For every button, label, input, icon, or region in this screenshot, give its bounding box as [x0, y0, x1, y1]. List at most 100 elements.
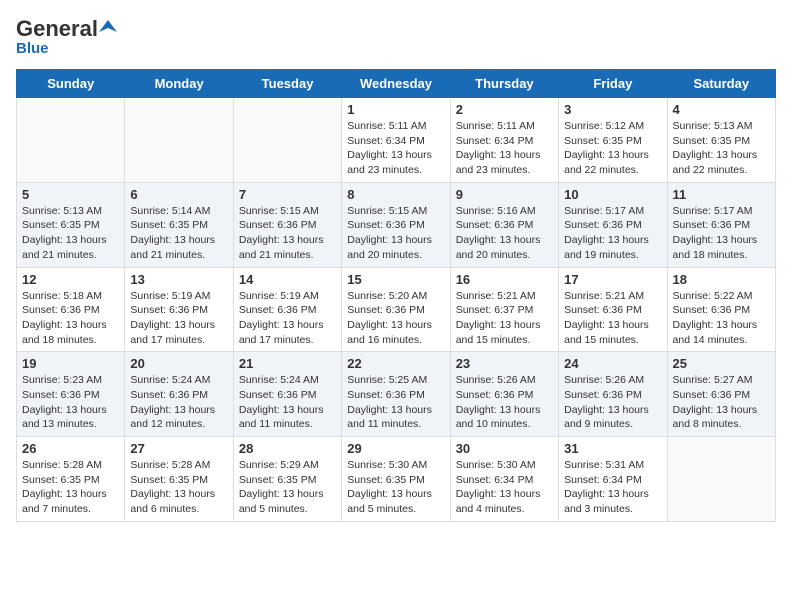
calendar-cell: 15 Sunrise: 5:20 AM Sunset: 6:36 PM Dayli… [342, 267, 450, 352]
calendar-cell: 7 Sunrise: 5:15 AM Sunset: 6:36 PM Daylig… [233, 182, 341, 267]
day-number: 5 [22, 187, 119, 202]
day-info: Sunrise: 5:30 AM Sunset: 6:34 PM Dayligh… [456, 458, 553, 517]
day-info: Sunrise: 5:17 AM Sunset: 6:36 PM Dayligh… [673, 204, 770, 263]
calendar-header-row: SundayMondayTuesdayWednesdayThursdayFrid… [17, 70, 776, 98]
calendar-cell: 31 Sunrise: 5:31 AM Sunset: 6:34 PM Dayli… [559, 437, 667, 522]
day-info: Sunrise: 5:24 AM Sunset: 6:36 PM Dayligh… [239, 373, 336, 432]
header-monday: Monday [125, 70, 233, 98]
day-number: 22 [347, 356, 444, 371]
calendar-cell: 14Sunrise: 5:19 AM Sunset: 6:36 PM Dayli… [233, 267, 341, 352]
day-info: Sunrise: 5:28 AM Sunset: 6:35 PM Dayligh… [22, 458, 119, 517]
calendar-week-1: 1 Sunrise: 5:11 AM Sunset: 6:34 PM Daylig… [17, 98, 776, 183]
day-number: 17 [564, 272, 661, 287]
day-number: 4 [673, 102, 770, 117]
day-number: 2 [456, 102, 553, 117]
day-info: Sunrise: 5:11 AM Sunset: 6:34 PM Dayligh… [347, 119, 444, 178]
calendar-week-5: 26 Sunrise: 5:28 AM Sunset: 6:35 PM Dayli… [17, 437, 776, 522]
calendar-cell: 6Sunrise: 5:14 AM Sunset: 6:35 PM Daylig… [125, 182, 233, 267]
calendar-cell: 27Sunrise: 5:28 AM Sunset: 6:35 PM Dayli… [125, 437, 233, 522]
header-sunday: Sunday [17, 70, 125, 98]
calendar-week-2: 5 Sunrise: 5:13 AM Sunset: 6:35 PM Daylig… [17, 182, 776, 267]
day-info: Sunrise: 5:15 AM Sunset: 6:36 PM Dayligh… [239, 204, 336, 263]
calendar-cell: 25 Sunrise: 5:27 AM Sunset: 6:36 PM Dayli… [667, 352, 775, 437]
day-number: 24 [564, 356, 661, 371]
calendar-table: SundayMondayTuesdayWednesdayThursdayFrid… [16, 69, 776, 522]
calendar-week-3: 12 Sunrise: 5:18 AM Sunset: 6:36 PM Dayli… [17, 267, 776, 352]
calendar-cell: 30Sunrise: 5:30 AM Sunset: 6:34 PM Dayli… [450, 437, 558, 522]
calendar-cell: 5 Sunrise: 5:13 AM Sunset: 6:35 PM Daylig… [17, 182, 125, 267]
day-info: Sunrise: 5:13 AM Sunset: 6:35 PM Dayligh… [673, 119, 770, 178]
logo-general: General [16, 16, 98, 42]
day-info: Sunrise: 5:26 AM Sunset: 6:36 PM Dayligh… [564, 373, 661, 432]
logo-blue: Blue [16, 40, 49, 57]
calendar-cell: 4 Sunrise: 5:13 AM Sunset: 6:35 PM Daylig… [667, 98, 775, 183]
calendar-cell: 2 Sunrise: 5:11 AM Sunset: 6:34 PM Daylig… [450, 98, 558, 183]
day-info: Sunrise: 5:24 AM Sunset: 6:36 PM Dayligh… [130, 373, 227, 432]
calendar-week-4: 19Sunrise: 5:23 AM Sunset: 6:36 PM Dayli… [17, 352, 776, 437]
calendar-cell [125, 98, 233, 183]
day-number: 3 [564, 102, 661, 117]
day-info: Sunrise: 5:17 AM Sunset: 6:36 PM Dayligh… [564, 204, 661, 263]
header-saturday: Saturday [667, 70, 775, 98]
day-number: 25 [673, 356, 770, 371]
day-info: Sunrise: 5:22 AM Sunset: 6:36 PM Dayligh… [673, 289, 770, 348]
day-info: Sunrise: 5:13 AM Sunset: 6:35 PM Dayligh… [22, 204, 119, 263]
day-number: 13 [130, 272, 227, 287]
day-number: 28 [239, 441, 336, 456]
day-info: Sunrise: 5:18 AM Sunset: 6:36 PM Dayligh… [22, 289, 119, 348]
day-info: Sunrise: 5:19 AM Sunset: 6:36 PM Dayligh… [130, 289, 227, 348]
calendar-cell [667, 437, 775, 522]
day-info: Sunrise: 5:27 AM Sunset: 6:36 PM Dayligh… [673, 373, 770, 432]
day-info: Sunrise: 5:31 AM Sunset: 6:34 PM Dayligh… [564, 458, 661, 517]
calendar-cell: 12 Sunrise: 5:18 AM Sunset: 6:36 PM Dayli… [17, 267, 125, 352]
calendar-cell: 24 Sunrise: 5:26 AM Sunset: 6:36 PM Dayli… [559, 352, 667, 437]
calendar-cell [233, 98, 341, 183]
day-number: 26 [22, 441, 119, 456]
day-info: Sunrise: 5:12 AM Sunset: 6:35 PM Dayligh… [564, 119, 661, 178]
day-number: 18 [673, 272, 770, 287]
calendar-cell: 10Sunrise: 5:17 AM Sunset: 6:36 PM Dayli… [559, 182, 667, 267]
day-number: 11 [673, 187, 770, 202]
day-info: Sunrise: 5:20 AM Sunset: 6:36 PM Dayligh… [347, 289, 444, 348]
day-number: 6 [130, 187, 227, 202]
calendar-cell: 29 Sunrise: 5:30 AM Sunset: 6:35 PM Dayli… [342, 437, 450, 522]
day-number: 20 [130, 356, 227, 371]
day-info: Sunrise: 5:25 AM Sunset: 6:36 PM Dayligh… [347, 373, 444, 432]
day-info: Sunrise: 5:29 AM Sunset: 6:35 PM Dayligh… [239, 458, 336, 517]
calendar-cell: 21 Sunrise: 5:24 AM Sunset: 6:36 PM Dayli… [233, 352, 341, 437]
day-info: Sunrise: 5:30 AM Sunset: 6:35 PM Dayligh… [347, 458, 444, 517]
day-info: Sunrise: 5:16 AM Sunset: 6:36 PM Dayligh… [456, 204, 553, 263]
calendar-cell: 26 Sunrise: 5:28 AM Sunset: 6:35 PM Dayli… [17, 437, 125, 522]
day-number: 7 [239, 187, 336, 202]
calendar-cell: 22 Sunrise: 5:25 AM Sunset: 6:36 PM Dayli… [342, 352, 450, 437]
calendar-cell: 16 Sunrise: 5:21 AM Sunset: 6:37 PM Dayli… [450, 267, 558, 352]
calendar-cell: 3 Sunrise: 5:12 AM Sunset: 6:35 PM Daylig… [559, 98, 667, 183]
day-number: 9 [456, 187, 553, 202]
logo: General Blue [16, 16, 117, 57]
day-number: 21 [239, 356, 336, 371]
day-info: Sunrise: 5:28 AM Sunset: 6:35 PM Dayligh… [130, 458, 227, 517]
calendar-cell: 8 Sunrise: 5:15 AM Sunset: 6:36 PM Daylig… [342, 182, 450, 267]
day-number: 16 [456, 272, 553, 287]
day-info: Sunrise: 5:26 AM Sunset: 6:36 PM Dayligh… [456, 373, 553, 432]
day-number: 1 [347, 102, 444, 117]
header-tuesday: Tuesday [233, 70, 341, 98]
day-info: Sunrise: 5:21 AM Sunset: 6:37 PM Dayligh… [456, 289, 553, 348]
day-number: 31 [564, 441, 661, 456]
day-number: 29 [347, 441, 444, 456]
day-number: 12 [22, 272, 119, 287]
calendar-cell: 19Sunrise: 5:23 AM Sunset: 6:36 PM Dayli… [17, 352, 125, 437]
day-info: Sunrise: 5:11 AM Sunset: 6:34 PM Dayligh… [456, 119, 553, 178]
day-info: Sunrise: 5:15 AM Sunset: 6:36 PM Dayligh… [347, 204, 444, 263]
day-number: 8 [347, 187, 444, 202]
calendar-cell: 13 Sunrise: 5:19 AM Sunset: 6:36 PM Dayli… [125, 267, 233, 352]
calendar-cell: 11 Sunrise: 5:17 AM Sunset: 6:36 PM Dayli… [667, 182, 775, 267]
day-number: 15 [347, 272, 444, 287]
calendar-cell: 9 Sunrise: 5:16 AM Sunset: 6:36 PM Daylig… [450, 182, 558, 267]
header-friday: Friday [559, 70, 667, 98]
header-wednesday: Wednesday [342, 70, 450, 98]
header-thursday: Thursday [450, 70, 558, 98]
calendar-cell: 23Sunrise: 5:26 AM Sunset: 6:36 PM Dayli… [450, 352, 558, 437]
logo-bird-icon [99, 18, 117, 36]
day-number: 14 [239, 272, 336, 287]
